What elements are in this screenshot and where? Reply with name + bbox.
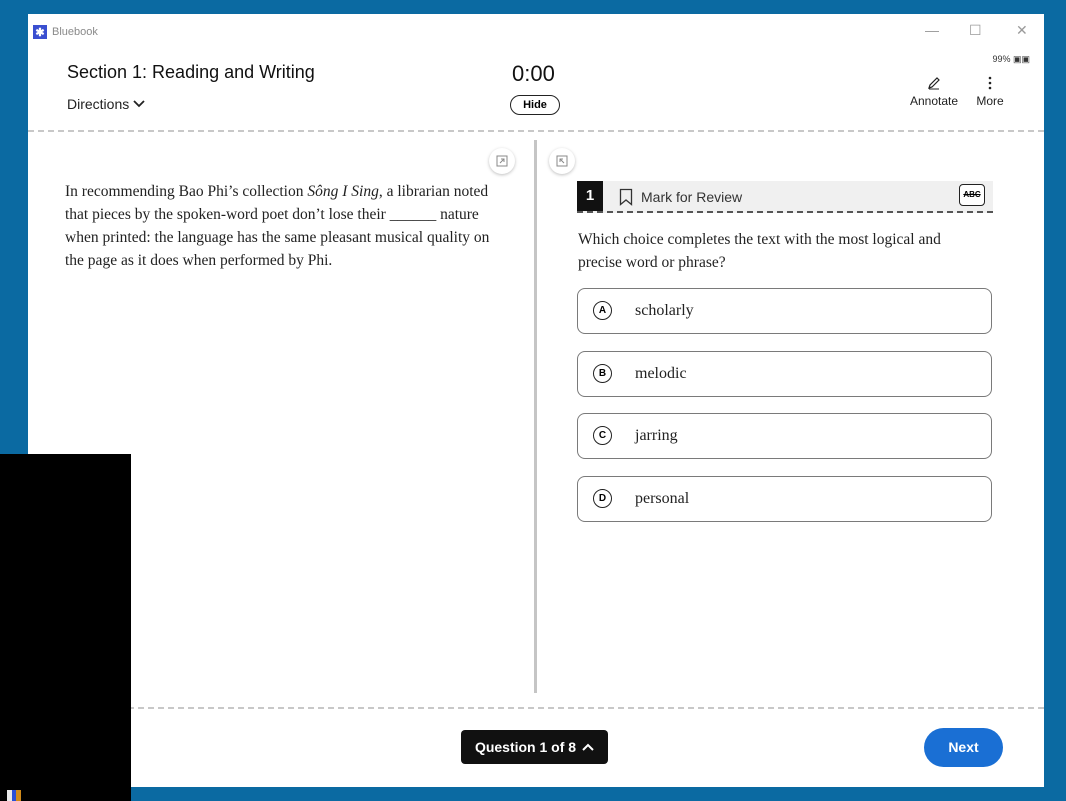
annotate-label: Annotate <box>909 94 959 108</box>
redaction-block <box>0 454 131 801</box>
more-label: More <box>976 94 1004 108</box>
directions-button[interactable]: Directions <box>67 96 145 112</box>
bluebook-window: ✱ Bluebook — ☐ ✕ 99% ▣▣ Section 1: Readi… <box>28 14 1044 787</box>
question-number: 1 <box>577 181 603 211</box>
choice-letter: A <box>593 301 612 320</box>
annotate-button[interactable]: Annotate <box>906 76 962 108</box>
section-title: Section 1: Reading and Writing <box>67 62 315 82</box>
question-navigator-button[interactable]: Question 1 of 8 <box>461 730 608 764</box>
choice-text: scholarly <box>635 302 694 319</box>
bookmark-icon <box>619 188 633 206</box>
app-title: Bluebook <box>52 26 98 38</box>
choice-letter: C <box>593 426 612 445</box>
choice-text: melodic <box>635 365 687 382</box>
answer-choice-b[interactable]: B melodic <box>577 351 992 397</box>
choice-text: personal <box>635 490 690 507</box>
maximize-icon[interactable]: ☐ <box>969 22 982 39</box>
expand-question-icon[interactable] <box>549 148 575 174</box>
pane-divider[interactable] <box>534 140 537 693</box>
answer-choice-a[interactable]: A scholarly <box>577 288 992 334</box>
timer: 0:00 <box>512 61 555 86</box>
hide-timer-button[interactable]: Hide <box>510 95 560 115</box>
mark-for-review-button[interactable]: Mark for Review <box>619 188 742 206</box>
passage-text-start: In recommending Bao Phi’s collection <box>65 183 308 200</box>
choice-text: jarring <box>635 427 678 444</box>
chevron-up-icon <box>582 743 594 751</box>
bluebook-logo-icon: ✱ <box>33 25 47 39</box>
passage-text: In recommending Bao Phi’s collection Sôn… <box>65 180 495 272</box>
pencil-icon <box>906 76 962 94</box>
vertical-dots-icon <box>972 76 1008 94</box>
footer-divider <box>28 707 1044 709</box>
answer-choice-c[interactable]: C jarring <box>577 413 992 459</box>
question-prompt: Which choice completes the text with the… <box>578 231 941 271</box>
taskbar-app-icon <box>7 790 22 801</box>
battery-status: 99% ▣▣ <box>992 54 1030 64</box>
app-title-bar: ✱ Bluebook <box>33 25 98 39</box>
passage-book-title: Sông I Sing <box>307 183 379 200</box>
answer-choice-d[interactable]: D personal <box>577 476 992 522</box>
mark-for-review-label: Mark for Review <box>641 189 743 205</box>
expand-passage-icon[interactable] <box>489 148 515 174</box>
choice-letter: D <box>593 489 612 508</box>
next-button[interactable]: Next <box>924 728 1003 767</box>
question-navigator-label: Question 1 of 8 <box>474 739 577 755</box>
question-header-bar: 1 Mark for Review ABC <box>577 181 993 213</box>
choice-letter: B <box>593 364 612 383</box>
directions-label: Directions <box>67 96 130 112</box>
close-icon[interactable]: ✕ <box>1016 22 1028 39</box>
more-button[interactable]: More <box>972 76 1008 108</box>
header-divider <box>28 130 1044 132</box>
abc-strike-icon: ABC <box>963 190 981 199</box>
chevron-down-icon <box>133 100 145 108</box>
minimize-icon[interactable]: — <box>925 22 939 38</box>
answer-eliminator-button[interactable]: ABC <box>959 184 985 206</box>
